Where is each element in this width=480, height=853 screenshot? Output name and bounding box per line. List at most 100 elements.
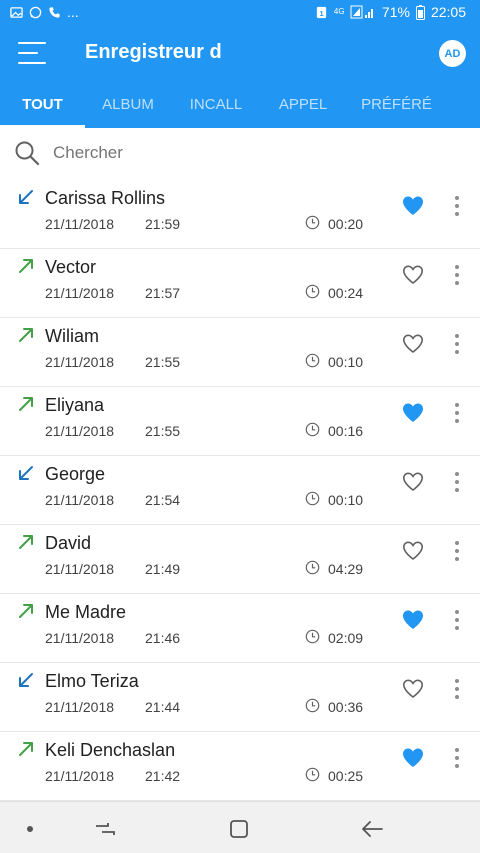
call-duration: 00:36 [328, 699, 364, 715]
call-date: 21/11/2018 [45, 354, 115, 370]
system-icons: 1 4G 71% 22:05 [315, 4, 466, 20]
gallery-icon [10, 6, 23, 18]
search-icon[interactable] [14, 140, 40, 166]
call-time: 21:54 [145, 492, 181, 508]
list-item[interactable]: Me Madre 21/11/2018 21:46 02:09 [0, 594, 480, 663]
call-time: 21:55 [145, 423, 181, 439]
call-time: 21:59 [145, 216, 181, 232]
heart-filled-icon[interactable] [401, 608, 425, 630]
heart-outline-icon[interactable] [401, 677, 425, 699]
contact-name: Elmo Teriza [45, 671, 139, 691]
call-duration: 00:20 [328, 216, 364, 232]
more-vert-icon[interactable] [450, 264, 464, 286]
call-time: 21:57 [145, 285, 181, 301]
call-time: 21:42 [145, 768, 181, 784]
signal-icon [350, 5, 373, 19]
avatar[interactable]: AD [439, 40, 466, 67]
heart-filled-icon[interactable] [401, 746, 425, 768]
tab-incall[interactable]: INCALL [171, 80, 261, 128]
call-time: 21:44 [145, 699, 181, 715]
heart-outline-icon[interactable] [401, 539, 425, 561]
clock-icon [305, 560, 320, 575]
call-duration: 00:16 [328, 423, 364, 439]
clock-icon [305, 491, 320, 506]
clock-icon [305, 215, 320, 230]
list-item[interactable]: Wiliam 21/11/2018 21:55 00:10 [0, 318, 480, 387]
contact-name: Me Madre [45, 602, 127, 622]
contact-name: Eliyana [45, 395, 105, 415]
clock-icon [305, 422, 320, 437]
call-date: 21/11/2018 [45, 423, 115, 439]
call-duration: 00:10 [328, 492, 364, 508]
list-item[interactable]: George 21/11/2018 21:54 00:10 [0, 456, 480, 525]
list-item[interactable]: Vector 21/11/2018 21:57 00:24 [0, 249, 480, 318]
call-date: 21/11/2018 [45, 492, 115, 508]
status-bar: ... 1 4G 71% 22:05 [0, 0, 480, 26]
menu-button[interactable] [18, 42, 46, 64]
list-item[interactable]: Eliyana 21/11/2018 21:55 00:16 [0, 387, 480, 456]
call-duration: 02:09 [328, 630, 364, 646]
more-vert-icon[interactable] [450, 678, 464, 700]
call-time: 21:55 [145, 354, 181, 370]
menu-icon [18, 42, 46, 44]
battery-icon [415, 4, 425, 20]
page-title: Enregistreur d [85, 41, 222, 63]
recording-list: Carissa Rollins 21/11/2018 21:59 00:20 Vecto… [0, 180, 480, 801]
heart-outline-icon[interactable] [401, 332, 425, 354]
system-nav-bar [0, 801, 480, 853]
contact-name: George [45, 464, 106, 484]
incoming-call-icon [19, 190, 33, 204]
dot-icon[interactable] [16, 816, 44, 842]
contact-name: Vector [45, 257, 97, 277]
network-type: 4G [333, 7, 345, 16]
menu-icon-line [18, 62, 46, 64]
tab-appel[interactable]: APPEL [261, 80, 345, 128]
home-icon[interactable] [225, 816, 253, 842]
more-vert-icon[interactable] [450, 747, 464, 769]
more-vert-icon[interactable] [450, 333, 464, 355]
call-duration: 00:10 [328, 354, 364, 370]
incoming-call-icon [19, 466, 33, 480]
clock-icon [305, 284, 320, 299]
more-vert-icon[interactable] [450, 195, 464, 217]
clock-icon [305, 767, 320, 782]
call-date: 21/11/2018 [45, 630, 115, 646]
menu-icon-line [18, 52, 38, 54]
more-vert-icon[interactable] [450, 609, 464, 631]
tab-album[interactable]: ALBUM [85, 80, 171, 128]
tab-tout[interactable]: TOUT [0, 80, 85, 128]
outgoing-call-icon [19, 742, 33, 756]
call-duration: 00:25 [328, 768, 364, 784]
outgoing-call-icon [19, 535, 33, 549]
call-date: 21/11/2018 [45, 768, 115, 784]
sim-icon: 1 [316, 6, 327, 18]
recents-icon[interactable] [91, 816, 119, 842]
heart-outline-icon[interactable] [401, 263, 425, 285]
back-icon[interactable] [359, 816, 387, 842]
battery-percent: 71% [381, 4, 410, 20]
call-date: 21/11/2018 [45, 285, 115, 301]
call-duration: 04:29 [328, 561, 364, 577]
tab-bar: TOUT ALBUM INCALL APPEL PRÉFÉRÉ [0, 80, 480, 128]
call-duration: 00:24 [328, 285, 364, 301]
app-bar: Enregistreur d AD [0, 26, 480, 80]
list-item[interactable]: Elmo Teriza 21/11/2018 21:44 00:36 [0, 663, 480, 732]
more-vert-icon[interactable] [450, 471, 464, 493]
search-input[interactable] [53, 140, 453, 166]
more-vert-icon[interactable] [450, 540, 464, 562]
list-item[interactable]: Carissa Rollins 21/11/2018 21:59 00:20 [0, 180, 480, 249]
contact-name: David [45, 533, 92, 553]
more-vert-icon[interactable] [450, 402, 464, 424]
list-item[interactable]: Keli Denchaslan 21/11/2018 21:42 00:25 [0, 732, 480, 801]
heart-outline-icon[interactable] [401, 470, 425, 492]
contact-name: Keli Denchaslan [45, 740, 176, 760]
call-time: 21:46 [145, 630, 181, 646]
heart-filled-icon[interactable] [401, 401, 425, 423]
outgoing-call-icon [19, 397, 33, 411]
heart-filled-icon[interactable] [401, 194, 425, 216]
phone-icon [49, 6, 60, 18]
tab-prefere[interactable]: PRÉFÉRÉ [345, 80, 448, 128]
contact-name: Carissa Rollins [45, 188, 166, 208]
list-item[interactable]: David 21/11/2018 21:49 04:29 [0, 525, 480, 594]
clock-icon [305, 353, 320, 368]
